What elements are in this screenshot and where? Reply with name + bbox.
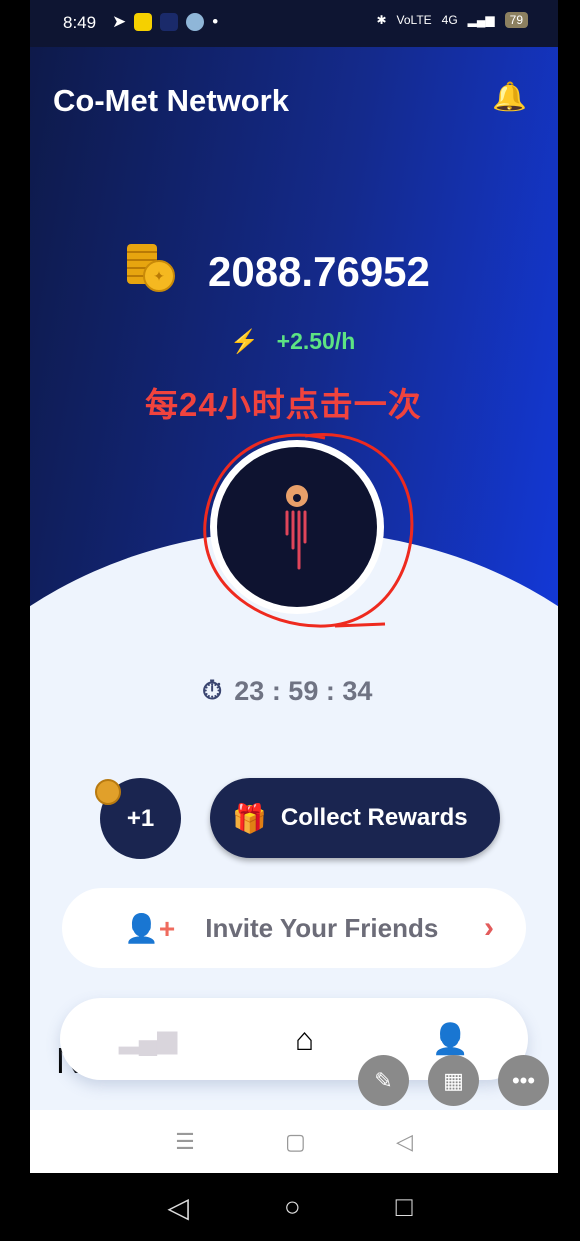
status-bar: 8:49 ➤ • ✱ VoLTE 4G ▂▄▆ 79	[30, 0, 558, 47]
volte-icon: VoLTE	[396, 13, 432, 27]
back-icon[interactable]: ◁	[396, 1129, 413, 1155]
back-icon[interactable]: ◁	[167, 1191, 189, 1224]
collect-rewards-button[interactable]: 🎁 Collect Rewards	[210, 778, 500, 858]
status-time: 8:49	[63, 13, 97, 32]
annotation-text: 每24小时点击一次	[145, 386, 422, 423]
app-screen: 8:49 ➤ • ✱ VoLTE 4G ▂▄▆ 79 Co-Met Networ…	[30, 0, 558, 1173]
battery-icon: 79	[504, 12, 528, 28]
avatar-app-icon	[186, 13, 205, 31]
chart-icon[interactable]: ▂▄▆	[119, 1024, 177, 1055]
signal-icon: 4G	[441, 13, 458, 27]
menu-icon[interactable]: ☰	[175, 1129, 195, 1155]
balance-value: 2088.76952	[208, 248, 430, 295]
timer-value: 23 : 59 : 34	[234, 675, 373, 706]
app-title: Co-Met Network	[53, 83, 289, 118]
chevron-right-icon: ›	[484, 911, 494, 944]
home-circle-icon[interactable]: ○	[284, 1191, 301, 1223]
signal-icon-2: ▂▄▆	[467, 13, 495, 27]
coin-stack-icon: ✦	[127, 244, 175, 292]
bell-icon[interactable]: 🔔	[492, 80, 527, 113]
edit-icon[interactable]: ✎	[358, 1055, 409, 1106]
bluetooth-icon: ✱	[376, 13, 387, 27]
home-icon[interactable]: ⌂	[295, 1021, 314, 1058]
telegram-icon: ➤	[112, 12, 127, 31]
grid-icon[interactable]: ▦	[428, 1055, 479, 1106]
recents-icon[interactable]: □	[396, 1191, 413, 1223]
rate-value: +2.50/h	[276, 328, 356, 354]
collect-label: Collect Rewards	[280, 804, 468, 831]
more-icon[interactable]: •••	[498, 1055, 549, 1106]
gift-icon: 🎁	[232, 802, 267, 834]
coin-badge-icon	[95, 779, 121, 805]
invite-label: Invite Your Friends	[205, 912, 439, 943]
stopwatch-icon: ⏱	[202, 675, 223, 705]
red-circle-annotation	[203, 433, 414, 628]
comet-app-icon	[160, 13, 179, 31]
app-notification-icon	[134, 13, 153, 31]
countdown-timer: ⏱ 23 : 59 : 34	[202, 675, 372, 707]
profile-icon[interactable]: 👤	[432, 1022, 469, 1057]
lightning-icon: ⚡	[230, 328, 259, 354]
svg-text:✦: ✦	[153, 268, 165, 284]
device-nav: ◁ ○ □	[0, 1173, 580, 1241]
add-user-icon: 👤+	[124, 912, 176, 944]
home-square-icon[interactable]: ▢	[285, 1129, 306, 1155]
mining-rate: ⚡ +2.50/h	[230, 328, 355, 355]
dot-icon: •	[212, 12, 219, 31]
invite-friends-button[interactable]: 👤+ Invite Your Friends ›	[62, 888, 526, 968]
system-nav: ☰ ▢ ◁	[30, 1110, 558, 1173]
